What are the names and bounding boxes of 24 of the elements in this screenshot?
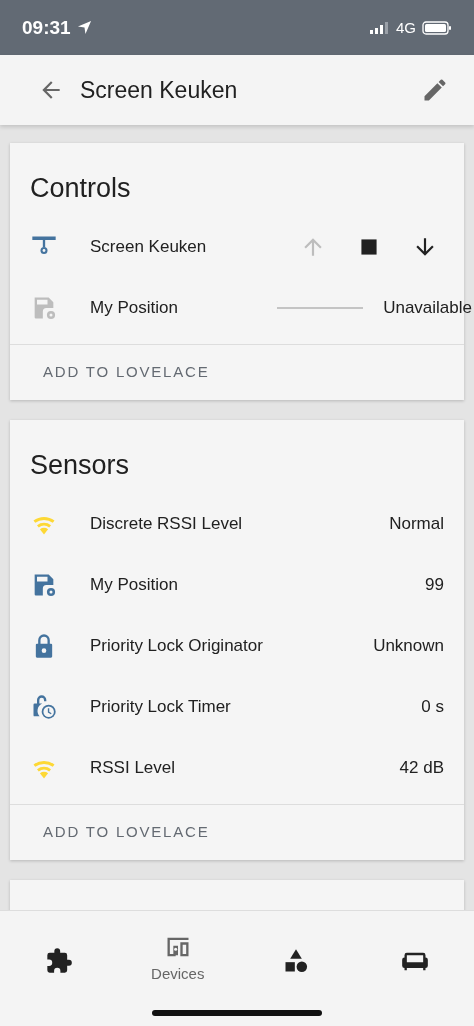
page-title: Screen Keuken bbox=[80, 76, 239, 104]
entity-value: 99 bbox=[425, 574, 444, 595]
network-type: 4G bbox=[396, 19, 416, 36]
entity-name[interactable]: Discrete RSSI Level bbox=[90, 513, 390, 534]
entity-value: Normal bbox=[389, 513, 444, 534]
entity-value: Unavailable bbox=[383, 297, 472, 318]
puzzle-icon bbox=[45, 947, 74, 975]
signal-icon bbox=[370, 21, 390, 34]
add-to-lovelace-button[interactable]: ADD TO LOVELACE bbox=[30, 815, 223, 848]
entity-name[interactable]: My Position bbox=[90, 574, 426, 595]
entity-name[interactable]: Priority Lock Timer bbox=[90, 696, 422, 717]
entity-value: Unknown bbox=[373, 635, 444, 656]
battery-icon bbox=[422, 20, 452, 35]
entity-name[interactable]: Priority Lock Originator bbox=[90, 635, 374, 656]
entity-name[interactable]: Screen Keuken bbox=[90, 236, 292, 257]
card-title: Sensors bbox=[29, 449, 131, 482]
add-to-lovelace-button[interactable]: ADD TO LOVELACE bbox=[30, 355, 223, 388]
devices-tab[interactable]: Devices bbox=[118, 933, 237, 989]
status-time: 09:31 bbox=[22, 16, 71, 39]
entity-value: 42 dB bbox=[399, 757, 444, 778]
location-icon bbox=[76, 20, 92, 35]
entity-name[interactable]: RSSI Level bbox=[90, 757, 400, 778]
entity-value: 0 s bbox=[421, 696, 444, 717]
card-title: Controls bbox=[29, 172, 132, 205]
